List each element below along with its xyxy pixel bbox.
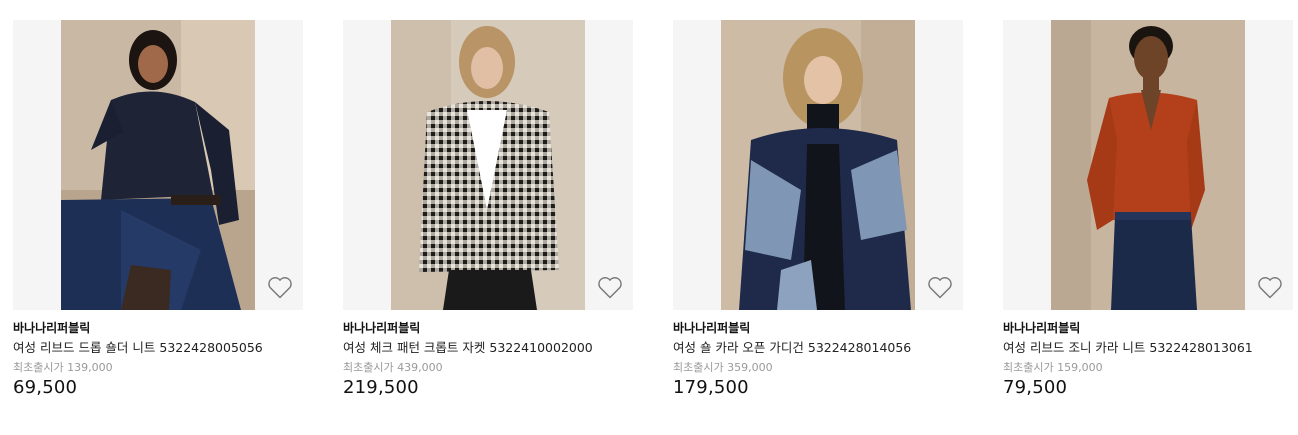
product-name[interactable]: 여성 리브드 드롭 숄더 니트 5322428005056	[13, 339, 303, 356]
product-image[interactable]	[673, 20, 963, 310]
product-grid: 바나나리퍼블릭 여성 리브드 드롭 숄더 니트 5322428005056 최초…	[0, 0, 1298, 435]
model-photo-rust-knit	[1051, 20, 1245, 310]
product-card[interactable]: 바나나리퍼블릭 여성 리브드 조니 카라 니트 5322428013061 최초…	[1003, 20, 1293, 410]
brand-name[interactable]: 바나나리퍼블릭	[343, 320, 633, 336]
sale-price: 79,500	[1003, 377, 1068, 398]
wishlist-heart-icon[interactable]	[597, 276, 623, 300]
product-name[interactable]: 여성 리브드 조니 카라 니트 5322428013061	[1003, 339, 1293, 356]
product-image[interactable]	[343, 20, 633, 310]
sale-price: 179,500	[673, 377, 749, 398]
original-price: 최초출시가 159,000	[1003, 361, 1103, 374]
model-photo-shawl-cardigan	[721, 20, 915, 310]
brand-name[interactable]: 바나나리퍼블릭	[673, 320, 963, 336]
product-name[interactable]: 여성 체크 패턴 크롭트 자켓 5322410002000	[343, 339, 633, 356]
sale-price: 69,500	[13, 377, 78, 398]
product-name[interactable]: 여성 숄 카라 오픈 가디건 5322428014056	[673, 339, 963, 356]
product-card[interactable]: 바나나리퍼블릭 여성 숄 카라 오픈 가디건 5322428014056 최초출…	[673, 20, 963, 410]
original-price: 최초출시가 359,000	[673, 361, 773, 374]
product-photo[interactable]	[721, 20, 915, 310]
model-photo-navy-knit	[61, 20, 255, 310]
product-photo[interactable]	[61, 20, 255, 310]
sale-price: 219,500	[343, 377, 419, 398]
wishlist-heart-icon[interactable]	[267, 276, 293, 300]
brand-name[interactable]: 바나나리퍼블릭	[13, 320, 303, 336]
brand-name[interactable]: 바나나리퍼블릭	[1003, 320, 1293, 336]
product-card[interactable]: 바나나리퍼블릭 여성 체크 패턴 크롭트 자켓 5322410002000 최초…	[343, 20, 633, 410]
product-photo[interactable]	[1051, 20, 1245, 310]
product-photo[interactable]	[391, 20, 585, 310]
product-card[interactable]: 바나나리퍼블릭 여성 리브드 드롭 숄더 니트 5322428005056 최초…	[13, 20, 303, 410]
product-image[interactable]	[13, 20, 303, 310]
wishlist-heart-icon[interactable]	[927, 276, 953, 300]
original-price: 최초출시가 139,000	[13, 361, 113, 374]
original-price: 최초출시가 439,000	[343, 361, 443, 374]
product-image[interactable]	[1003, 20, 1293, 310]
model-photo-check-jacket	[391, 20, 585, 310]
wishlist-heart-icon[interactable]	[1257, 276, 1283, 300]
